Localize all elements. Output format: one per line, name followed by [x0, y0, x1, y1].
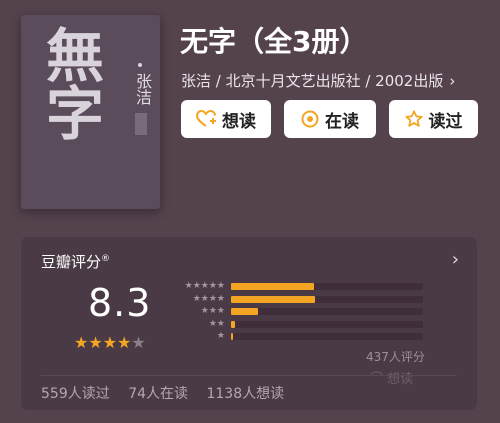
histogram-stars-2: ★★: [208, 318, 225, 329]
histogram-bar-1: [231, 333, 233, 340]
divider: [41, 375, 457, 376]
book-title: 无字（全3册）: [180, 25, 368, 58]
histogram-bar-4: [231, 295, 316, 303]
rating-card-title: 豆瓣评分®: [41, 253, 111, 271]
chevron-right-icon: ›: [449, 72, 456, 90]
reader-stats: 559人读过 74人在读 1138人想读: [41, 383, 298, 403]
want-count[interactable]: 1138人想读: [206, 386, 284, 402]
reading-count[interactable]: 74人在读: [128, 386, 188, 402]
star-filled-icon: ★: [74, 333, 89, 352]
histogram-stars-5: ★★★★★: [184, 281, 225, 291]
histogram-stars-4: ★★★★: [192, 293, 225, 304]
rating-score: 8.3: [88, 281, 152, 325]
want-to-read-label: 想读: [222, 111, 256, 132]
rating-count: 437人评分: [366, 350, 425, 364]
histogram-track-2: [231, 320, 423, 328]
star-filled-icon: ★: [102, 333, 118, 352]
book-meta-text: 张洁 / 北京十月文艺出版社 / 2002出版: [181, 72, 444, 90]
histogram-track-4: [231, 295, 423, 303]
histogram-track-5: [231, 283, 423, 290]
cover-title: 無字: [36, 25, 104, 141]
reading-button[interactable]: 在读: [284, 100, 376, 138]
star-outline-icon: [404, 110, 423, 127]
histogram-bar-5: [231, 283, 314, 290]
histogram-stars-1: ★: [216, 331, 225, 341]
rating-stars: ★★★★★: [74, 333, 146, 352]
histogram-stars-3: ★★★: [200, 306, 225, 316]
have-read-label: 读过: [428, 111, 463, 132]
want-to-read-button[interactable]: 想读: [181, 100, 271, 138]
faded-want-button: ⌒ 想读: [370, 368, 413, 387]
histogram-track-1: [231, 333, 423, 340]
reading-label: 在读: [325, 111, 359, 132]
star-empty-icon: ★: [131, 333, 146, 352]
histogram-bar-2: [231, 320, 235, 328]
cover-dot: [138, 63, 142, 67]
histogram-bar-3: [231, 308, 258, 315]
rating-card[interactable]: 豆瓣评分® › 8.3 ★★★★★ ★★★★★ ★★★★ ★★★ ★★ ★ 437人评分…: [21, 237, 477, 410]
cover-author: 张洁: [133, 73, 152, 105]
book-cover[interactable]: 無字 张洁: [21, 15, 160, 209]
heart-plus-icon: [196, 110, 216, 127]
target-icon: [301, 110, 319, 128]
read-count[interactable]: 559人读过: [41, 386, 110, 402]
chevron-right-icon[interactable]: ›: [452, 249, 459, 270]
star-filled-icon: ★: [88, 333, 103, 352]
histogram-track-3: [231, 308, 423, 315]
have-read-button[interactable]: 读过: [389, 100, 478, 138]
book-meta-link[interactable]: 张洁 / 北京十月文艺出版社 / 2002出版 ›: [181, 70, 455, 91]
cover-subtitle-block: [135, 113, 147, 135]
star-filled-icon: ★: [117, 333, 132, 352]
